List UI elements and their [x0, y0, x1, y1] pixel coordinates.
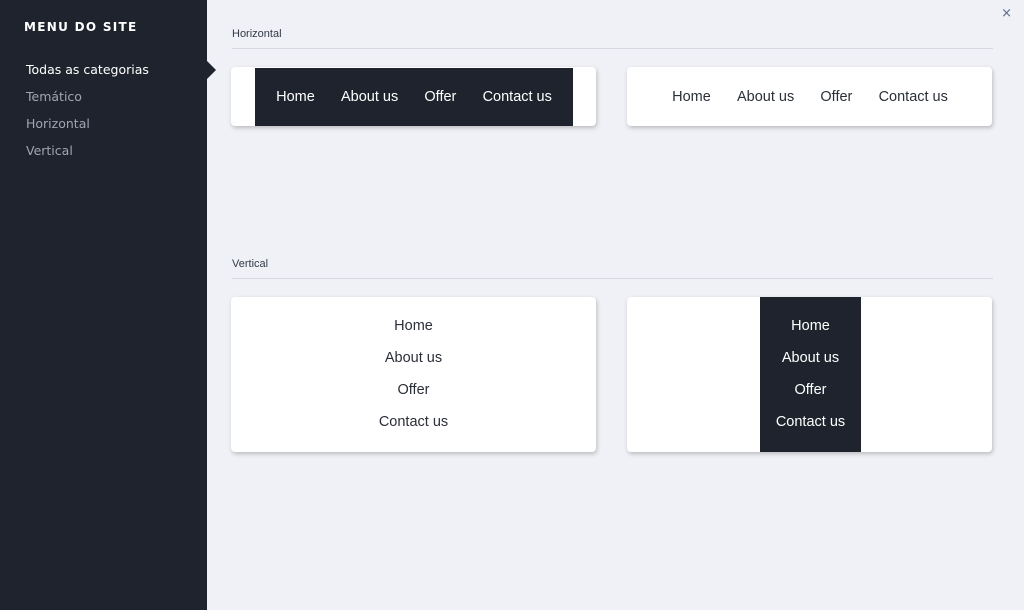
menu-link-contact-us[interactable]: Contact us: [483, 89, 552, 105]
menu-link-home[interactable]: Home: [672, 89, 711, 105]
menu-link-about-us[interactable]: About us: [341, 89, 398, 105]
vertical-light-menu-card[interactable]: Home About us Offer Contact us: [231, 297, 596, 452]
sidebar-item-todas-as-categorias[interactable]: Todas as categorias: [26, 61, 149, 88]
menu-link-contact-us[interactable]: Contact us: [879, 89, 948, 105]
vertical-dark-menu-card[interactable]: Home About us Offer Contact us: [627, 297, 992, 452]
section-divider: [232, 278, 993, 279]
menu-link-offer[interactable]: Offer: [398, 374, 430, 406]
menu-link-contact-us[interactable]: Contact us: [379, 406, 448, 438]
section-label-horizontal: Horizontal: [232, 28, 282, 40]
section-label-vertical: Vertical: [232, 258, 269, 270]
vertical-dark-menu: Home About us Offer Contact us: [760, 297, 861, 452]
menu-picker-window: MENU DO SITE Todas as categorias Temátic…: [0, 0, 1024, 610]
menu-link-contact-us[interactable]: Contact us: [776, 406, 845, 438]
sidebar: MENU DO SITE Todas as categorias Temátic…: [0, 0, 207, 610]
menu-link-offer[interactable]: Offer: [795, 374, 827, 406]
menu-link-about-us[interactable]: About us: [782, 342, 839, 374]
vertical-light-menu: Home About us Offer Contact us: [231, 310, 596, 438]
horizontal-light-menu: Home About us Offer Contact us: [651, 68, 969, 126]
menu-link-offer[interactable]: Offer: [820, 89, 852, 105]
menu-link-about-us[interactable]: About us: [385, 342, 442, 374]
horizontal-dark-menu-card[interactable]: Home About us Offer Contact us: [231, 67, 596, 126]
menu-link-offer[interactable]: Offer: [424, 89, 456, 105]
section-divider: [232, 48, 993, 49]
menu-link-home[interactable]: Home: [791, 310, 830, 342]
menu-link-about-us[interactable]: About us: [737, 89, 794, 105]
sidebar-category-list: Todas as categorias Temático Horizontal …: [26, 61, 149, 169]
close-button[interactable]: ×: [1001, 6, 1012, 21]
menu-link-home[interactable]: Home: [276, 89, 315, 105]
active-category-pointer-icon: [207, 61, 216, 79]
sidebar-item-vertical[interactable]: Vertical: [26, 142, 149, 169]
horizontal-light-menu-card[interactable]: Home About us Offer Contact us: [627, 67, 992, 126]
horizontal-dark-menu: Home About us Offer Contact us: [255, 68, 573, 126]
sidebar-item-horizontal[interactable]: Horizontal: [26, 115, 149, 142]
sidebar-item-tematico[interactable]: Temático: [26, 88, 149, 115]
menu-link-home[interactable]: Home: [394, 310, 433, 342]
sidebar-title: MENU DO SITE: [24, 20, 138, 34]
